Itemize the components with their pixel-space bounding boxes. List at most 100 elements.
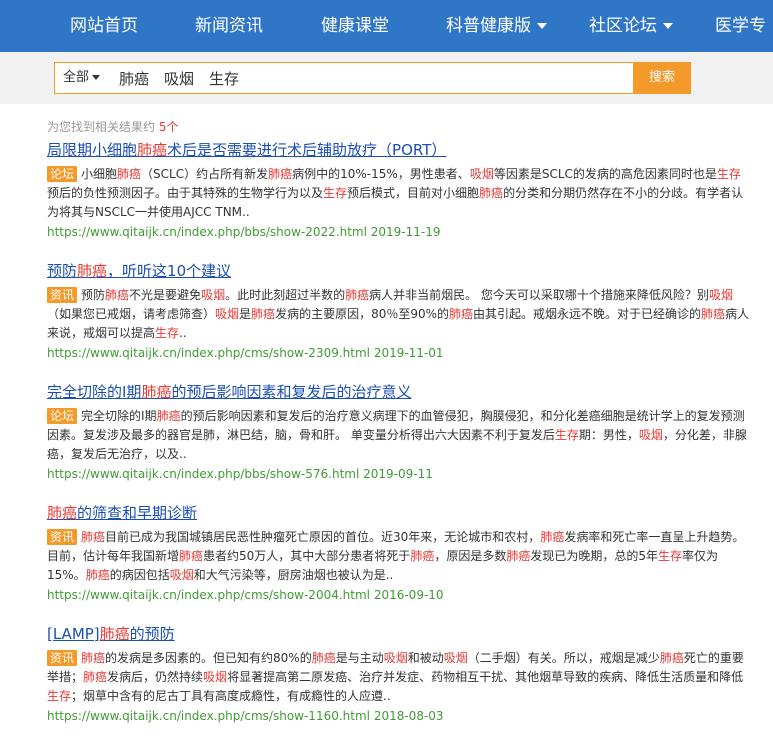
result-snippet: 资讯 肺癌目前已成为我国城镇居民恶性肿瘤死亡原因的首位。近30年来，无论城市和农村…: [47, 528, 752, 585]
search-scope-dropdown[interactable]: 全部: [55, 63, 111, 93]
keyword-highlight: 吸烟: [201, 288, 226, 302]
keyword-highlight: 肺癌: [105, 288, 130, 302]
result-snippet: 论坛 小细胞肺癌（SCLC）约占所有新发肺癌病例中的10%-15%，男性患者、吸烟…: [47, 165, 752, 222]
result-title-text: ，听听这10个建议: [107, 262, 232, 280]
snippet-text: 和被动: [407, 651, 444, 665]
keyword-highlight: 肺癌: [345, 288, 370, 302]
nav-item-health-class[interactable]: 健康课堂: [321, 0, 389, 52]
result-title-text: 局限期小细胞: [47, 141, 138, 159]
snippet-text: 发现已为晚期，总的5年: [530, 549, 658, 563]
keyword-highlight: 肺癌: [141, 383, 172, 401]
result-title-link[interactable]: 完全切除的I期肺癌的预后影响因素和复发后的治疗意义: [47, 382, 411, 402]
snippet-text: 期：男性，: [578, 428, 639, 442]
result-snippet: 资讯 预防肺癌不光是要避免吸烟。此时此刻超过半数的肺癌病人并非当前烟民。 您今天可…: [47, 286, 752, 343]
snippet-text: 。此时此刻超过半数的: [225, 288, 346, 302]
result-title-link[interactable]: 预防肺癌，听听这10个建议: [47, 261, 231, 281]
keyword-highlight: 吸烟: [383, 651, 408, 665]
result-title-link[interactable]: 肺癌的筛查和早期诊断: [47, 503, 197, 523]
keyword-highlight: 生存: [716, 167, 741, 181]
category-badge: 论坛: [47, 166, 78, 182]
snippet-text: 预后的负性预测因子。由于其特殊的生物学行为以及: [47, 186, 324, 200]
snippet-text: 将显著提高第二原发癌、治疗并发症、药物相互干扰、其他烟草导致的疾病、降低生活质量…: [227, 670, 744, 684]
keyword-highlight: 肺癌: [540, 530, 565, 544]
snippet-text: 是: [239, 307, 252, 321]
snippet-text: 病例中的10%-15%，男性患者、: [292, 167, 470, 181]
result-url[interactable]: https://www.qitaijk.cn/index.php/cms/sho…: [47, 344, 752, 362]
keyword-highlight: 肺癌: [179, 549, 204, 563]
keyword-highlight: 肺癌: [410, 549, 435, 563]
nav-item-medical[interactable]: 医学专: [715, 0, 766, 52]
snippet-text: 等因素是SCLC的发病的高危因素同时也是: [493, 167, 717, 181]
result-url[interactable]: https://www.qitaijk.cn/index.php/bbs/sho…: [47, 223, 752, 241]
nav-label: 社区论坛: [589, 16, 657, 36]
snippet-text: 小细胞: [81, 167, 118, 181]
result-item: 肺癌的筛查和早期诊断 资讯 肺癌目前已成为我国城镇居民恶性肿瘤死亡原因的首位。近30…: [47, 503, 752, 604]
snippet-text: 目前已成为我国城镇居民恶性肿瘤死亡原因的首位。近30年来，无论城市和农村，: [105, 530, 541, 544]
search-bar: 全部 搜索: [0, 52, 773, 104]
snippet-text: （如果您已戒烟，请考虑筛查）: [47, 307, 216, 321]
result-item: [LAMP]肺癌的预防 资讯 肺癌的发病是多因素的。但已知有约80%的肺癌是与主动吸…: [47, 624, 752, 725]
nav-item-community-forum[interactable]: 社区论坛: [589, 0, 673, 52]
result-item: 预防肺癌，听听这10个建议 资讯 预防肺癌不光是要避免吸烟。此时此刻超过半数的肺癌病…: [47, 261, 752, 362]
keyword-highlight: 肺癌: [117, 167, 142, 181]
keyword-highlight: 肺癌: [449, 307, 474, 321]
category-badge: 资讯: [47, 529, 78, 545]
result-title-text: 术后是否需要进行术后辅助放疗（PORT）: [167, 141, 447, 159]
nav-label: 健康课堂: [321, 16, 389, 36]
snippet-text: 预防: [81, 288, 106, 302]
result-item: 局限期小细胞肺癌术后是否需要进行术后辅助放疗（PORT） 论坛 小细胞肺癌（SCLC…: [47, 140, 752, 241]
keyword-highlight: 生存: [658, 549, 683, 563]
result-title-link[interactable]: [LAMP]肺癌的预防: [47, 624, 175, 644]
nav-label: 新闻资讯: [195, 16, 263, 36]
snippet-text: 发病后，仍然持续: [107, 670, 204, 684]
nav-item-home[interactable]: 网站首页: [70, 0, 138, 52]
search-results: 为您找到相关结果约 5个 局限期小细胞肺癌术后是否需要进行术后辅助放疗（PORT…: [47, 118, 752, 745]
chevron-down-icon: [92, 75, 101, 80]
keyword-highlight: 肺癌: [479, 186, 504, 200]
snippet-text: 发病的主要原因，80％至90%的: [275, 307, 450, 321]
nav-item-science-health[interactable]: 科普健康版: [446, 0, 547, 52]
result-url[interactable]: https://www.qitaijk.cn/index.php/bbs/sho…: [47, 465, 752, 483]
keyword-highlight: 生存: [155, 326, 180, 340]
keyword-highlight: 生存: [554, 428, 579, 442]
keyword-highlight: 肺癌: [81, 530, 106, 544]
snippet-text: 预后模式，目前对小细胞: [347, 186, 480, 200]
snippet-text: ..: [179, 326, 187, 340]
nav-label: 科普健康版: [446, 16, 531, 36]
nav-item-news[interactable]: 新闻资讯: [195, 0, 263, 52]
snippet-text: 是与主动: [335, 651, 384, 665]
result-title-link[interactable]: 局限期小细胞肺癌术后是否需要进行术后辅助放疗（PORT）: [47, 140, 446, 160]
keyword-highlight: 吸烟: [708, 288, 733, 302]
keyword-highlight: 肺癌: [47, 504, 78, 522]
search-button[interactable]: 搜索: [633, 62, 691, 94]
top-navigation: 网站首页 新闻资讯 健康课堂 科普健康版 社区论坛 医学专: [0, 0, 773, 52]
keyword-highlight: 肺癌: [701, 307, 726, 321]
result-url[interactable]: https://www.qitaijk.cn/index.php/cms/sho…: [47, 707, 752, 725]
snippet-text: 的发病是多因素的。但已知有约80%的: [105, 651, 312, 665]
nav-label: 网站首页: [70, 16, 138, 36]
result-title-text: 的预防: [129, 625, 175, 643]
keyword-highlight: 肺癌: [311, 651, 336, 665]
keyword-highlight: 生存: [47, 689, 72, 703]
keyword-highlight: 肺癌: [506, 549, 531, 563]
keyword-highlight: 肺癌: [85, 568, 110, 582]
search-input[interactable]: [119, 63, 629, 93]
keyword-highlight: 吸烟: [443, 651, 468, 665]
keyword-highlight: 肺癌: [77, 262, 108, 280]
category-badge: 资讯: [47, 650, 78, 666]
category-badge: 论坛: [47, 408, 78, 424]
result-url[interactable]: https://www.qitaijk.cn/index.php/cms/sho…: [47, 586, 752, 604]
keyword-highlight: 肺癌: [83, 670, 108, 684]
result-item: 完全切除的I期肺癌的预后影响因素和复发后的治疗意义 论坛 完全切除的I期肺癌的预后影…: [47, 382, 752, 483]
snippet-text: 完全切除的I期: [81, 409, 157, 423]
result-title-text: 的预后影响因素和复发后的治疗意义: [171, 383, 412, 401]
snippet-text: （二手烟）有关。所以，戒烟是减少: [467, 651, 660, 665]
snippet-text: 和大气污染等，厨房油烟也被认为是..: [193, 568, 394, 582]
snippet-text: 的病因包括: [109, 568, 170, 582]
keyword-highlight: 肺癌: [137, 141, 168, 159]
result-title-text: 的筛查和早期诊断: [77, 504, 198, 522]
keyword-highlight: 吸烟: [638, 428, 663, 442]
search-box: 全部: [54, 62, 634, 94]
keyword-highlight: 肺癌: [268, 167, 293, 181]
results-count-number: 5个: [158, 120, 179, 134]
